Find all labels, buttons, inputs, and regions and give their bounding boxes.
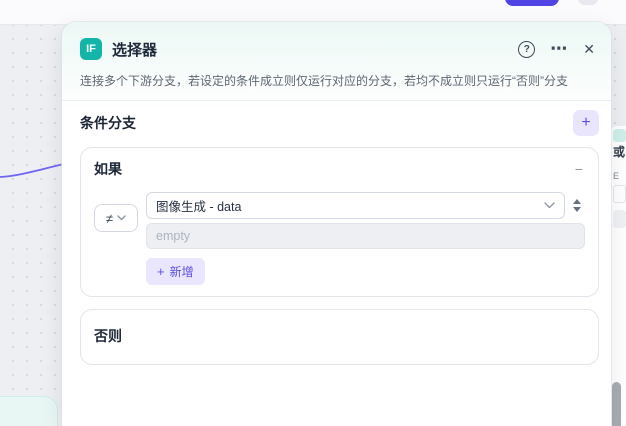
panel-header-icons: ? ⋯ ✕ [518,40,595,58]
operator-value: ≠ [105,210,114,226]
add-condition-button[interactable]: + 新增 [146,258,205,285]
background-panel-sliver: 或 E [609,126,626,426]
background-panel-field [613,185,626,203]
background-panel-label-partial: E [613,171,620,181]
chevron-down-icon [117,215,126,221]
scrollbar-thumb[interactable] [612,382,621,426]
if-card-label: 如果 [94,161,122,177]
topbar-primary-button-partial[interactable] [505,0,559,6]
arrow-up-icon[interactable] [573,199,581,204]
condition-row: ≠ 图像生成 - data [94,192,585,249]
else-card-label: 否则 [94,328,122,344]
plus-icon: + [157,264,165,279]
if-node-badge: IF [80,38,102,60]
else-branch-card: 否则 [80,309,599,365]
reorder-stepper[interactable] [569,199,585,212]
condition-branch-section-header: 条件分支 + [80,110,599,136]
add-branch-button[interactable]: + [573,110,599,136]
background-panel-title-partial: 或 [613,145,626,159]
add-condition-label: 新增 [169,265,194,279]
if-card-header: 如果 − [94,159,585,179]
panel-description: 连接多个下游分支，若设定的条件成立则仅运行对应的分支，若均不成立则只运行“否则”… [80,74,568,88]
divider [62,100,611,101]
section-title: 条件分支 [80,115,136,131]
if-branch-card: 如果 − ≠ 图像生成 - data empty + 新增 [80,147,599,297]
chevron-down-icon [544,202,555,209]
workflow-editor-screen: 或 E IF 选择器 ? ⋯ ✕ 连接多个下游分支，若设定的条件成立则仅运行对应… [0,0,626,426]
topbar-secondary-button-partial[interactable] [578,0,598,5]
collapse-icon[interactable]: − [575,162,583,176]
selector-node-panel: IF 选择器 ? ⋯ ✕ 连接多个下游分支，若设定的条件成立则仅运行对应的分支，… [62,22,611,426]
condition-inputs-column: 图像生成 - data [146,192,585,249]
operator-select[interactable]: ≠ [94,204,138,232]
close-icon[interactable]: ✕ [583,41,595,58]
variable-row: 图像生成 - data [146,192,585,219]
variable-select-value: 图像生成 - data [156,200,242,214]
workflow-edge-line [0,163,64,178]
background-panel-field [613,210,626,228]
panel-header: IF 选择器 ? ⋯ ✕ [80,38,599,60]
variable-select[interactable]: 图像生成 - data [146,192,565,219]
help-icon[interactable]: ? [518,40,536,58]
background-node-badge [613,129,626,142]
canvas-node-partial[interactable] [0,396,58,426]
more-options-icon[interactable]: ⋯ [550,40,568,57]
panel-title: 选择器 [112,41,158,59]
comparison-value-input[interactable] [146,223,585,249]
arrow-down-icon[interactable] [573,207,581,212]
